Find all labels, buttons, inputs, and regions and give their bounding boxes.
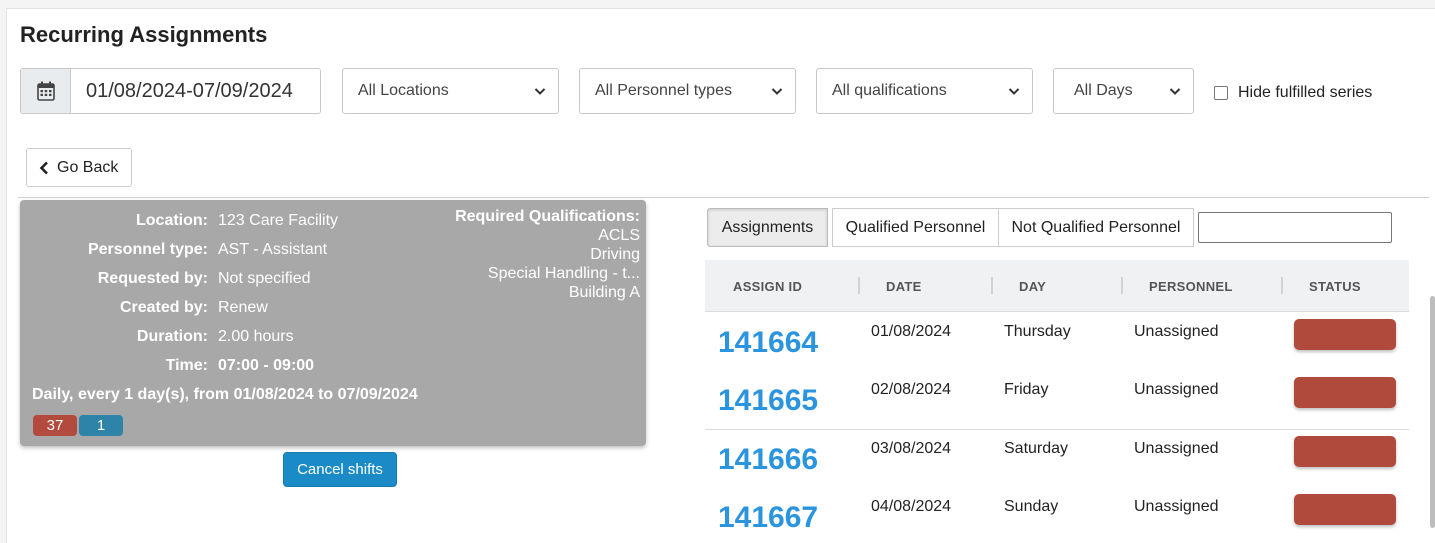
qualifications-select-value: All qualifications <box>832 82 947 99</box>
filled-count-badge: 1 <box>79 415 123 436</box>
column-header-date[interactable]: DATE <box>886 279 922 294</box>
personnel-type-select[interactable]: All Personnel types <box>579 68 796 114</box>
status-badge[interactable] <box>1294 436 1396 467</box>
recurrence-text: Daily, every 1 day(s), from 01/08/2024 t… <box>32 386 418 403</box>
row-date: 04/08/2024 <box>871 498 952 515</box>
qualification-item: Special Handling - t... <box>487 265 640 282</box>
page-title: Recurring Assignments <box>20 22 268 47</box>
chevron-down-icon <box>771 88 783 95</box>
table-row[interactable]: 141664 01/08/2024 Thursday Unassigned <box>705 313 1409 372</box>
status-badge[interactable] <box>1294 377 1396 408</box>
column-divider <box>1121 277 1123 294</box>
summary-row-location: Location: 123 Care Facility <box>20 212 450 230</box>
table-row[interactable]: 141665 02/08/2024 Friday Unassigned <box>705 371 1409 430</box>
location-select[interactable]: All Locations <box>342 68 559 114</box>
row-day: Sunday <box>1004 498 1059 515</box>
hide-fulfilled-toggle[interactable]: Hide fulfilled series <box>1214 84 1372 102</box>
summary-label: Location: <box>136 212 208 229</box>
hide-fulfilled-label: Hide fulfilled series <box>1238 84 1373 101</box>
assignment-id-link[interactable]: 141664 <box>718 326 818 360</box>
date-range-picker[interactable]: 01/08/2024-07/09/2024 <box>20 68 321 114</box>
summary-value: AST - Assistant <box>218 241 328 258</box>
tab-assignments[interactable]: Assignments <box>707 208 828 247</box>
row-date: 02/08/2024 <box>871 381 952 398</box>
summary-label: Personnel type: <box>87 241 208 258</box>
column-divider <box>991 277 993 294</box>
days-select[interactable]: All Days <box>1053 68 1194 114</box>
location-select-value: All Locations <box>358 82 449 99</box>
unfilled-count-badge: 37 <box>33 415 77 436</box>
section-divider <box>18 197 1429 198</box>
summary-label: Duration: <box>136 328 208 345</box>
required-qualifications: Required Qualifications: ACLS Driving Sp… <box>455 207 640 302</box>
qualification-item: Driving <box>590 246 640 263</box>
summary-label: Requested by: <box>97 270 208 287</box>
shift-count-badges: 37 1 <box>33 415 125 436</box>
cancel-shifts-button[interactable]: Cancel shifts <box>283 452 397 487</box>
summary-row-duration: Duration: 2.00 hours <box>20 328 450 346</box>
summary-value: Not specified <box>218 270 311 287</box>
search-input[interactable] <box>1198 212 1392 243</box>
table-row[interactable]: 141666 03/08/2024 Saturday Unassigned <box>705 430 1409 489</box>
row-personnel: Unassigned <box>1134 381 1219 398</box>
row-date: 03/08/2024 <box>871 440 952 457</box>
qualification-item: Building A <box>568 284 640 301</box>
hide-fulfilled-checkbox[interactable] <box>1214 86 1228 100</box>
date-range-input[interactable]: 01/08/2024-07/09/2024 <box>71 69 320 113</box>
chevron-down-icon <box>534 88 546 95</box>
row-day: Thursday <box>1004 323 1071 340</box>
go-back-button[interactable]: Go Back <box>26 148 132 187</box>
column-divider <box>1281 277 1283 294</box>
row-day: Saturday <box>1004 440 1069 457</box>
tab-not-qualified-personnel[interactable]: Not Qualified Personnel <box>998 208 1194 247</box>
column-header-assign-id[interactable]: ASSIGN ID <box>733 279 802 294</box>
chevron-left-icon <box>39 161 48 174</box>
summary-row-personnel-type: Personnel type: AST - Assistant <box>20 241 450 259</box>
days-select-value: All Days <box>1074 82 1133 99</box>
series-summary-card: Location: 123 Care Facility Personnel ty… <box>20 200 646 446</box>
vertical-scrollbar[interactable] <box>1430 296 1435 528</box>
summary-value: 123 Care Facility <box>218 212 339 229</box>
chevron-down-icon <box>1008 88 1020 95</box>
table-row[interactable]: 141667 04/08/2024 Sunday Unassigned <box>705 488 1409 543</box>
row-date: 01/08/2024 <box>871 323 952 340</box>
row-personnel: Unassigned <box>1134 498 1219 515</box>
column-header-day[interactable]: DAY <box>1019 279 1046 294</box>
row-day: Friday <box>1004 381 1049 398</box>
summary-value: 2.00 hours <box>218 328 294 345</box>
go-back-label: Go Back <box>57 158 119 176</box>
status-badge[interactable] <box>1294 319 1396 350</box>
row-personnel: Unassigned <box>1134 440 1219 457</box>
tab-qualified-personnel[interactable]: Qualified Personnel <box>832 208 999 247</box>
calendar-icon[interactable] <box>21 69 71 113</box>
column-divider <box>858 277 860 294</box>
chevron-down-icon <box>1169 88 1181 95</box>
required-qualifications-title: Required Qualifications: <box>455 208 640 225</box>
summary-label: Time: <box>165 357 208 374</box>
column-header-personnel[interactable]: PERSONNEL <box>1149 279 1233 294</box>
summary-label: Created by: <box>119 299 208 316</box>
summary-value: 07:00 - 09:00 <box>218 357 315 374</box>
table-header: ASSIGN ID DATE DAY PERSONNEL STATUS <box>705 260 1409 312</box>
summary-row-time: Time: 07:00 - 09:00 <box>20 357 450 375</box>
summary-row-requested-by: Requested by: Not specified <box>20 270 450 288</box>
summary-value: Renew <box>218 299 268 316</box>
assignment-id-link[interactable]: 141665 <box>718 384 818 418</box>
assignment-id-link[interactable]: 141666 <box>718 443 818 477</box>
qualification-item: ACLS <box>598 227 640 244</box>
row-personnel: Unassigned <box>1134 323 1219 340</box>
column-header-status[interactable]: STATUS <box>1309 279 1361 294</box>
assignment-id-link[interactable]: 141667 <box>718 501 818 535</box>
personnel-type-select-value: All Personnel types <box>595 82 732 99</box>
qualifications-select[interactable]: All qualifications <box>816 68 1033 114</box>
status-badge[interactable] <box>1294 494 1396 525</box>
summary-row-created-by: Created by: Renew <box>20 299 450 317</box>
